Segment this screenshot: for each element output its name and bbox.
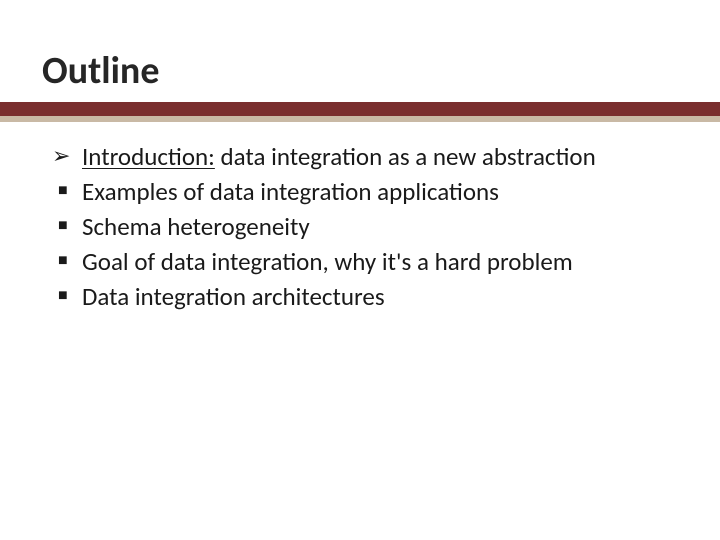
list-item-text: Introduction: data integration as a new … [82,140,680,173]
square-bullet-icon: ■ [52,280,74,312]
arrow-icon: ➢ [52,140,74,172]
list-item-underline: Introduction: [82,141,215,172]
list-item: ■ Goal of data integration, why it's a h… [52,245,680,278]
list-item-text: Schema heterogeneity [82,210,680,243]
list-item: ➢ Introduction: data integration as a ne… [52,140,680,173]
title-rule-light [0,116,720,122]
outline-list: ➢ Introduction: data integration as a ne… [52,140,680,315]
square-bullet-icon: ■ [52,175,74,207]
list-item: ■ Examples of data integration applicati… [52,175,680,208]
square-bullet-icon: ■ [52,245,74,277]
list-item-text: Data integration architectures [82,280,680,313]
list-item: ■ Schema heterogeneity [52,210,680,243]
square-bullet-icon: ■ [52,210,74,242]
list-item: ■ Data integration architectures [52,280,680,313]
title-rule-dark [0,102,720,116]
list-item-rest: data integration as a new abstraction [215,141,596,172]
slide-title: Outline [42,48,159,94]
list-item-text: Examples of data integration application… [82,175,680,208]
list-item-text: Goal of data integration, why it's a har… [82,245,680,278]
